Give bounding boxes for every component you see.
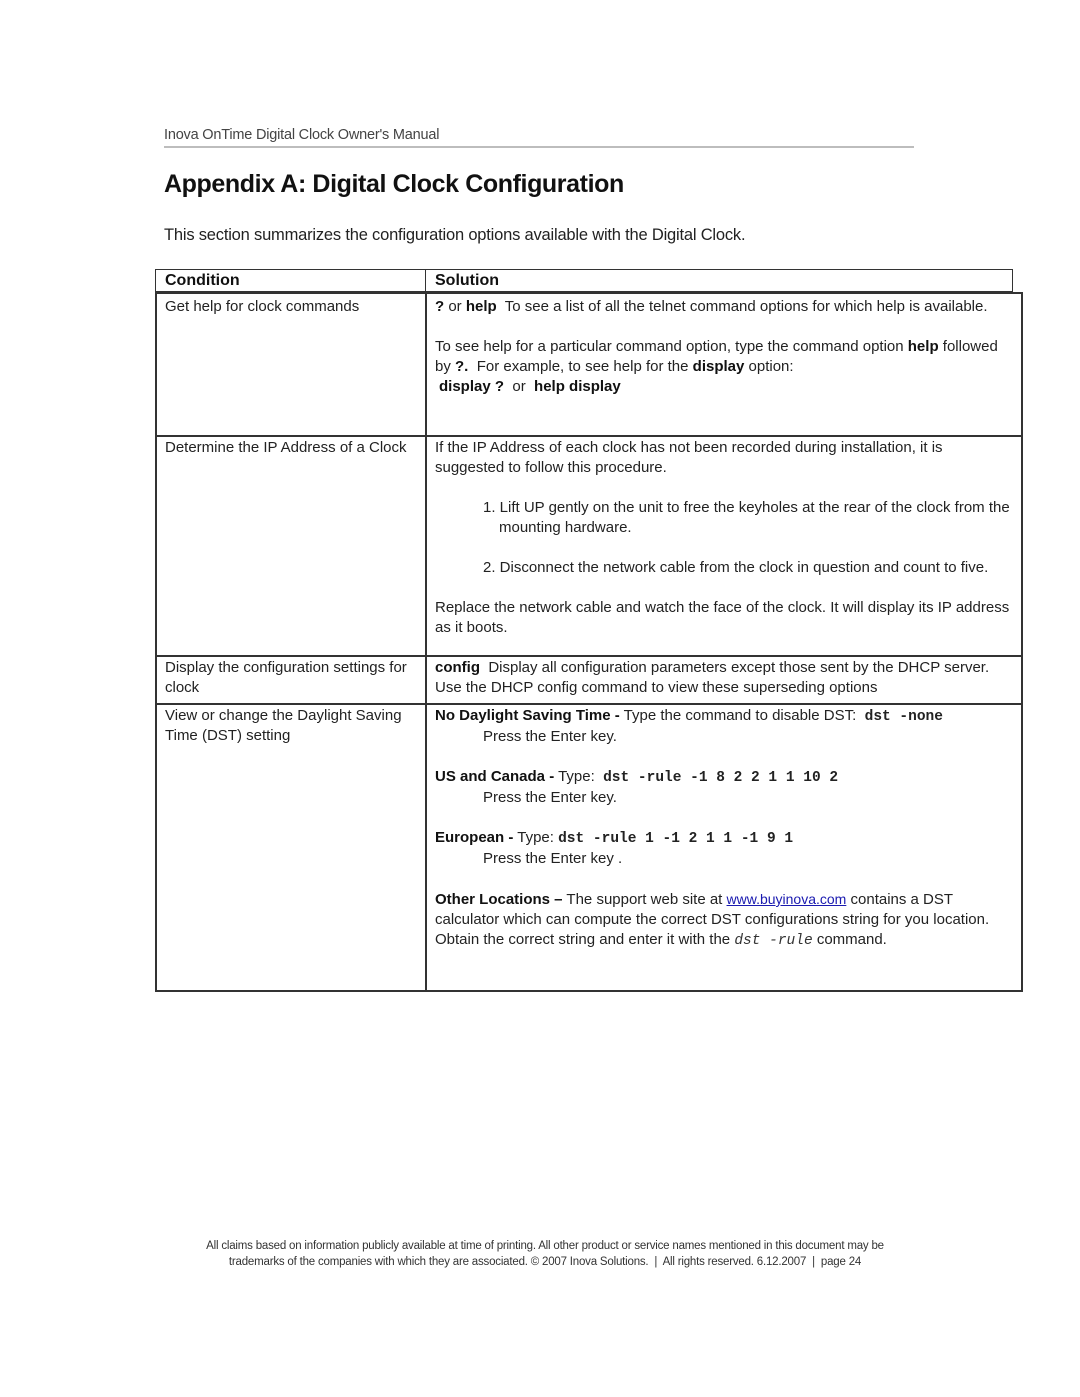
text: or	[504, 378, 535, 395]
support-website-link[interactable]: www.buyinova.com	[727, 891, 847, 907]
solution-paragraph: No Daylight Saving Time - Type the comma…	[435, 706, 1013, 727]
table-row: Get help for clock commands ? or help To…	[157, 294, 1021, 437]
solution-cell: ? or help To see a list of all the telne…	[435, 297, 1013, 397]
command-text: display ?	[439, 378, 505, 395]
table-row: Display the configuration settings for c…	[157, 655, 1021, 705]
condition-cell: Get help for clock commands	[165, 298, 360, 315]
table-header: Condition Solution	[155, 269, 1013, 292]
solution-paragraph: To see help for a particular command opt…	[435, 337, 1013, 377]
text: Type the command to disable DST:	[619, 707, 865, 724]
option-label: No Daylight Saving Time -	[435, 707, 620, 724]
text: To see a list of all the telnet command …	[496, 298, 988, 315]
text: For example, to see help for the	[468, 358, 693, 375]
command-text: dst -rule	[734, 933, 813, 949]
condition-cell: Determine the IP Address of a Clock	[165, 439, 407, 456]
command-text: display	[692, 358, 745, 375]
text: option:	[744, 358, 794, 375]
solution-paragraph: If the IP Address of each clock has not …	[435, 439, 943, 476]
column-divider	[425, 294, 427, 435]
text: or	[444, 298, 466, 315]
command-text: help display	[534, 378, 621, 395]
column-divider	[425, 655, 427, 703]
command-text: ?	[435, 298, 445, 315]
table-row: Determine the IP Address of a Clock If t…	[157, 435, 1021, 657]
solution-paragraph: Replace the network cable and watch the …	[435, 599, 1010, 636]
instruction-text: Press the Enter key.	[483, 789, 617, 806]
footer-line: trademarks of the companies with which t…	[228, 1256, 862, 1268]
option-label: Other Locations –	[435, 891, 563, 908]
solution-paragraph: display ? or help display	[435, 377, 1013, 397]
solution-paragraph: config Display all configuration paramet…	[435, 658, 1013, 698]
solution-paragraph: US and Canada - Type: dst -rule -1 8 2 2…	[435, 767, 1013, 788]
instruction-text: Press the Enter key.	[483, 728, 617, 745]
table-row: View or change the Daylight Saving Time …	[157, 703, 1021, 990]
column-divider	[425, 435, 427, 655]
command-text: dst -none	[864, 709, 943, 725]
option-label: European -	[435, 829, 514, 846]
command-text: ?.	[455, 358, 469, 375]
solution-paragraph: ? or help To see a list of all the telne…	[435, 297, 1013, 317]
option-label: US and Canada -	[435, 768, 555, 785]
solution-cell: config Display all configuration paramet…	[435, 658, 1013, 698]
solution-paragraph: Other Locations – The support web site a…	[435, 889, 1013, 951]
config-table: Get help for clock commands ? or help To…	[155, 292, 1023, 992]
command-text: help	[907, 338, 939, 355]
solution-cell: If the IP Address of each clock has not …	[435, 438, 1013, 638]
command-text: help	[465, 298, 497, 315]
instruction-text: Press the Enter key .	[483, 850, 623, 867]
column-divider	[425, 270, 426, 291]
page-title: Appendix A: Digital Clock Configuration	[164, 170, 624, 198]
text: Display all configuration parameters exc…	[435, 659, 998, 696]
text: Type:	[554, 768, 604, 785]
command-text: config	[435, 659, 480, 676]
procedure-step: 2. Disconnect the network cable from the…	[483, 559, 989, 576]
page-footer: All claims based on information publicly…	[130, 1238, 960, 1270]
command-text: dst -rule 1 -1 2 1 1 -1 9 1	[558, 831, 794, 847]
solution-paragraph: European - Type: dst -rule 1 -1 2 1 1 -1…	[435, 828, 1013, 849]
column-divider	[425, 703, 427, 990]
running-header: Inova OnTime Digital Clock Owner's Manua…	[164, 127, 914, 148]
footer-line: All claims based on information publicly…	[206, 1240, 884, 1252]
solution-cell: No Daylight Saving Time - Type the comma…	[435, 706, 1013, 951]
command-text: dst -rule -1 8 2 2 1 1 10 2	[603, 770, 839, 786]
procedure-step: 1. Lift UP gently on the unit to free th…	[483, 499, 1010, 536]
column-header-condition: Condition	[165, 272, 240, 289]
text: To see help for a particular command opt…	[435, 338, 908, 355]
condition-cell: View or change the Daylight Saving Time …	[165, 707, 402, 744]
text: command.	[812, 931, 887, 948]
text: The support web site at	[562, 891, 727, 908]
intro-paragraph: This section summarizes the configuratio…	[164, 226, 746, 244]
column-header-solution: Solution	[435, 272, 499, 289]
text: Type:	[513, 829, 559, 846]
condition-cell: Display the configuration settings for c…	[165, 659, 407, 696]
